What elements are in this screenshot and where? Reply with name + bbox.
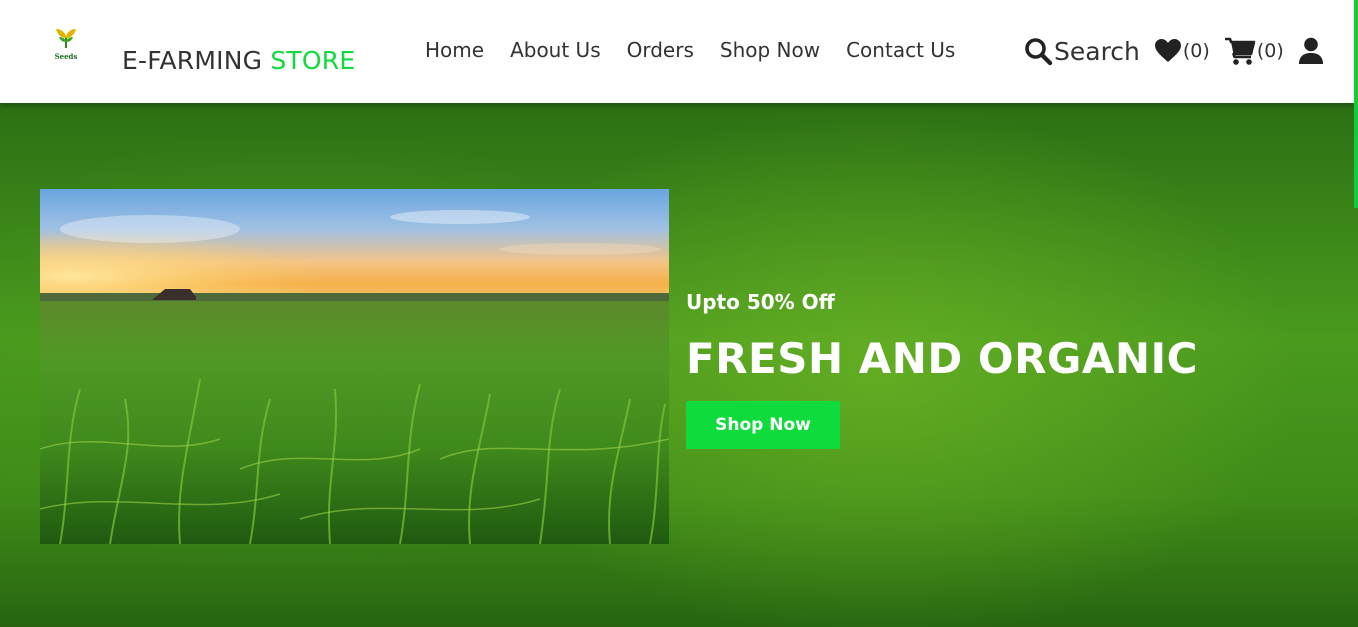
hero-text: Upto 50% Off FRESH AND ORGANIC [686,290,1198,383]
header-tools: Search (0) (0) [1024,34,1324,68]
logo-sprout-icon [56,29,76,48]
nav-orders[interactable]: Orders [627,38,694,62]
site-header: Seeds E-FARMING STORE Home About Us Orde… [0,0,1354,103]
brand-accent: STORE [270,46,356,75]
logo-caption: Seeds [54,52,78,61]
hero-headline: FRESH AND ORGANIC [686,334,1199,383]
brand-prefix: E-FARMING [122,46,271,75]
nav-contact-us[interactable]: Contact Us [846,38,955,62]
shop-now-button[interactable]: Shop Now [686,401,840,449]
wishlist-button[interactable]: (0) [1154,38,1210,64]
wishlist-count: (0) [1182,40,1210,62]
nav-about-us[interactable]: About Us [510,38,601,62]
nav-home[interactable]: Home [425,38,484,62]
cart-count: (0) [1256,40,1284,62]
heart-icon [1154,39,1181,62]
search-button[interactable]: Search [1024,37,1140,66]
brand-name[interactable]: E-FARMING STORE [122,46,355,75]
cart-button[interactable]: (0) [1224,37,1284,66]
nav-shop-now[interactable]: Shop Now [720,38,820,62]
user-icon [1298,37,1323,64]
main-nav: Home About Us Orders Shop Now Contact Us [425,38,955,62]
account-button[interactable] [1298,37,1324,65]
store-logo[interactable]: Seeds [50,26,82,64]
search-label: Search [1054,36,1140,66]
cart-icon [1224,37,1256,65]
cornfield-photo [40,189,669,544]
offer-text: Upto 50% Off [686,290,835,314]
scroll-indicator[interactable] [1354,0,1358,208]
hero-banner: Upto 50% Off FRESH AND ORGANIC Shop Now [0,103,1358,627]
search-icon [1025,37,1053,65]
